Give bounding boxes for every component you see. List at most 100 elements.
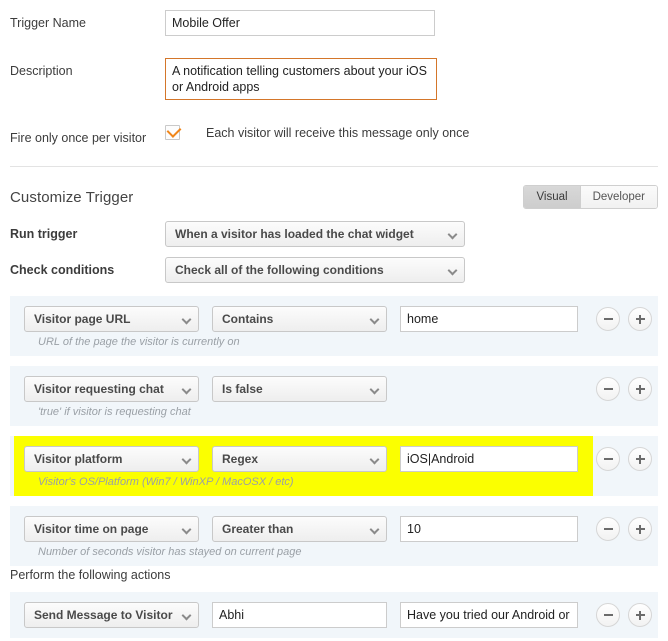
condition-field-select[interactable]: Visitor platform [24,446,199,472]
condition-row: Visitor platform Regex Visitor's OS/Platfo… [10,436,658,496]
row-buttons [596,447,652,471]
condition-operator-select[interactable]: Is false [212,376,387,402]
plus-icon-v [639,454,641,464]
check-conditions-label: Check conditions [10,263,115,277]
condition-controls: Visitor page URL Contains [10,306,658,332]
fire-once-field-wrap: Each visitor will receive this message o… [165,123,658,140]
check-conditions-value: Check all of the following conditions [175,263,384,277]
remove-condition-button[interactable] [596,447,620,471]
condition-field-value: Visitor platform [34,452,123,466]
action-type-select[interactable]: Send Message to Visitor [24,602,199,628]
condition-operator-select[interactable]: Contains [212,306,387,332]
description-textarea[interactable] [165,58,437,100]
chevron-down-icon [371,317,378,324]
condition-operator-value: Regex [222,452,259,466]
condition-field-value: Visitor time on page [34,522,149,536]
trigger-name-label: Trigger Name [10,16,86,30]
remove-condition-button[interactable] [596,307,620,331]
condition-operator-value: Contains [222,312,274,326]
condition-field-value: Visitor requesting chat [34,382,164,396]
add-condition-button[interactable] [628,377,652,401]
condition-controls: Visitor requesting chat Is false [10,376,658,402]
condition-operator-select[interactable]: Greater than [212,516,387,542]
condition-value-input[interactable] [400,306,578,332]
row-buttons [596,377,652,401]
check-conditions-row: Check conditions Check all of the follow… [0,257,668,283]
add-condition-button[interactable] [628,307,652,331]
action-sender-input[interactable] [212,602,387,628]
add-action-button[interactable] [628,603,652,627]
condition-value-input[interactable] [400,516,578,542]
plus-icon-v [639,524,641,534]
action-type-value: Send Message to Visitor [34,608,173,622]
remove-condition-button[interactable] [596,517,620,541]
condition-row: Visitor page URL Contains URL of the page … [10,296,658,356]
condition-help-text: 'true' if visitor is requesting chat [38,406,191,418]
chevron-down-icon [183,457,190,464]
condition-field-select[interactable]: Visitor page URL [24,306,199,332]
chevron-down-icon [183,613,190,620]
condition-operator-select[interactable]: Regex [212,446,387,472]
plus-icon-v [639,610,641,620]
check-conditions-select[interactable]: Check all of the following conditions [165,257,465,283]
plus-icon-v [639,314,641,324]
fire-once-label: Fire only once per visitor [10,131,147,145]
run-trigger-label: Run trigger [10,227,78,241]
minus-icon [603,318,613,320]
condition-operator-value: Is false [222,382,263,396]
chevron-down-icon [371,527,378,534]
condition-value-input[interactable] [400,446,578,472]
checkmark-icon [166,123,182,138]
fire-once-row: Fire only once per visitor Each visitor … [0,123,668,146]
condition-field-select[interactable]: Visitor requesting chat [24,376,199,402]
chevron-down-icon [183,387,190,394]
condition-field-value: Visitor page URL [34,312,131,326]
customize-trigger-header: Customize Trigger Visual Developer [0,185,668,209]
description-row: Description [0,58,668,103]
chevron-down-icon [371,457,378,464]
row-buttons [596,603,652,627]
tab-visual[interactable]: Visual [524,186,580,208]
add-condition-button[interactable] [628,517,652,541]
condition-help-text: URL of the page the visitor is currently… [38,336,240,348]
section-title: Customize Trigger [10,188,134,206]
remove-action-button[interactable] [596,603,620,627]
tab-developer[interactable]: Developer [579,186,657,208]
trigger-name-row: Trigger Name [0,10,668,36]
minus-icon [603,614,613,616]
condition-operator-value: Greater than [222,522,294,536]
fire-once-description: Each visitor will receive this message o… [206,125,470,140]
condition-controls: Visitor platform Regex [10,446,658,472]
row-buttons [596,517,652,541]
chevron-down-icon [449,268,456,275]
chevron-down-icon [183,527,190,534]
row-buttons [596,307,652,331]
add-condition-button[interactable] [628,447,652,471]
conditions-list: Visitor page URL Contains URL of the page … [0,296,668,566]
chevron-down-icon [183,317,190,324]
mode-toggle-group: Visual Developer [523,185,658,209]
run-trigger-row: Run trigger When a visitor has loaded th… [0,221,668,247]
actions-list: Send Message to Visitor [0,592,668,638]
action-row: Send Message to Visitor [10,592,658,638]
minus-icon [603,528,613,530]
chevron-down-icon [449,232,456,239]
minus-icon [603,388,613,390]
fire-once-checkbox[interactable] [165,123,182,140]
condition-row: Visitor time on page Greater than Number o… [10,506,658,566]
condition-help-text: Visitor's OS/Platform (Win7 / WinXP / Ma… [38,476,294,488]
condition-row: Visitor requesting chat Is false 'true' if… [10,366,658,426]
condition-help-text: Number of seconds visitor has stayed on … [38,546,302,558]
run-trigger-select[interactable]: When a visitor has loaded the chat widge… [165,221,465,247]
condition-controls: Visitor time on page Greater than [10,516,658,542]
action-controls: Send Message to Visitor [10,602,658,628]
description-label: Description [10,64,73,78]
trigger-name-input[interactable] [165,10,435,36]
description-field-wrap [165,58,658,103]
trigger-name-field-wrap [165,10,658,36]
condition-field-select[interactable]: Visitor time on page [24,516,199,542]
run-trigger-value: When a visitor has loaded the chat widge… [175,227,414,241]
chevron-down-icon [371,387,378,394]
action-message-input[interactable] [400,602,578,628]
remove-condition-button[interactable] [596,377,620,401]
